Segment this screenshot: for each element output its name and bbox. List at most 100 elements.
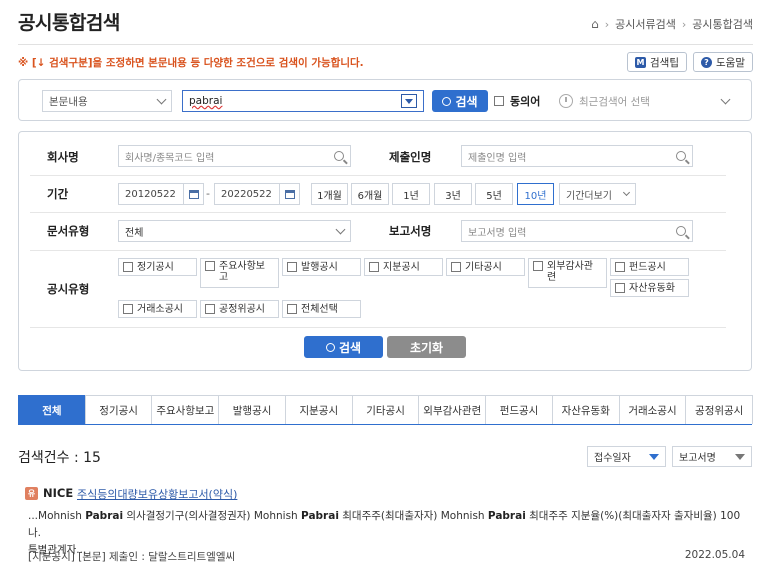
tab-major[interactable]: 주요사항보고 bbox=[151, 395, 220, 424]
doctype-select[interactable]: 전체 bbox=[118, 220, 351, 242]
checkbox[interactable] bbox=[533, 261, 543, 271]
breadcrumb-separator: › bbox=[604, 17, 610, 31]
book-icon: M bbox=[635, 56, 646, 68]
checkbox[interactable] bbox=[123, 304, 133, 314]
breadcrumb-item[interactable]: 공시통합검색 bbox=[692, 16, 753, 32]
snippet-highlight: Pabrai bbox=[301, 510, 339, 522]
checkbox[interactable] bbox=[123, 262, 133, 272]
chevron-down-icon bbox=[335, 224, 346, 234]
period-more-select[interactable]: 기간더보기 bbox=[559, 183, 636, 205]
tab-abs[interactable]: 자산유동화 bbox=[551, 395, 620, 424]
submitter-label: 제출인명 bbox=[389, 150, 432, 164]
tab-equity[interactable]: 지분공시 bbox=[284, 395, 353, 424]
tab-issuance[interactable]: 발행공시 bbox=[218, 395, 286, 424]
snippet-text: 최대주주(최대출자자) Mohnish bbox=[338, 510, 488, 522]
report-input[interactable]: 보고서명 입력 bbox=[461, 220, 693, 242]
tab-all[interactable]: 전체 bbox=[18, 395, 86, 424]
doctype-value: 전체 bbox=[125, 227, 144, 239]
search-icon[interactable] bbox=[334, 151, 344, 161]
type-checkbox-major[interactable]: 주요사항보고 bbox=[200, 258, 279, 288]
chevron-down-icon bbox=[156, 94, 167, 104]
type-label: 발행공시 bbox=[301, 261, 338, 273]
filter-search-button[interactable]: 검색 bbox=[304, 336, 383, 358]
type-checkbox-select-all[interactable]: 전체선택 bbox=[282, 300, 361, 318]
search-tip-label: 검색팁 bbox=[650, 56, 679, 69]
type-checkbox-exchange[interactable]: 거래소공시 bbox=[118, 300, 197, 318]
search-tip-button[interactable]: M 검색팁 bbox=[627, 52, 687, 72]
checkbox[interactable] bbox=[369, 262, 379, 272]
date-to-input[interactable]: 20220522 bbox=[214, 183, 300, 205]
period-10y-button[interactable]: 10년 bbox=[517, 183, 554, 205]
calendar-icon[interactable] bbox=[279, 184, 299, 204]
type-label: 외부감사관련 bbox=[547, 261, 593, 283]
market-badge: 유 bbox=[25, 487, 38, 500]
type-checkbox-issuance[interactable]: 발행공시 bbox=[282, 258, 361, 276]
calendar-icon[interactable] bbox=[183, 184, 203, 204]
help-button[interactable]: ? 도움말 bbox=[693, 52, 753, 72]
checkbox[interactable] bbox=[451, 262, 461, 272]
recent-search-select[interactable]: 최근검색어 선택 bbox=[559, 90, 731, 112]
type-checkbox-abs[interactable]: 자산유동화 bbox=[610, 279, 689, 297]
checkbox[interactable] bbox=[287, 304, 297, 314]
type-checkbox-fund[interactable]: 펀드공시 bbox=[610, 258, 689, 276]
checkbox[interactable] bbox=[205, 304, 215, 314]
type-label: 펀드공시 bbox=[629, 261, 666, 273]
period-label: 기간 bbox=[47, 187, 69, 201]
date-from-value: 20120522 bbox=[125, 188, 176, 200]
recent-search-placeholder: 최근검색어 선택 bbox=[579, 95, 650, 108]
search-scope-select[interactable]: 본문내용 bbox=[42, 90, 172, 112]
caret-down-icon bbox=[649, 453, 659, 460]
type-checkbox-other[interactable]: 기타공시 bbox=[446, 258, 525, 276]
submitter-input[interactable]: 제출인명 입력 bbox=[461, 145, 693, 167]
result-company[interactable]: NICE bbox=[43, 486, 73, 500]
date-from-input[interactable]: 20120522 bbox=[118, 183, 204, 205]
dropdown-icon[interactable] bbox=[401, 94, 417, 108]
type-checkbox-ftc[interactable]: 공정위공시 bbox=[200, 300, 279, 318]
tab-fund[interactable]: 펀드공시 bbox=[485, 395, 553, 424]
result-date: 2022.05.04 bbox=[684, 549, 745, 561]
type-label: 지분공시 bbox=[383, 261, 420, 273]
tab-other[interactable]: 기타공시 bbox=[351, 395, 420, 424]
row-divider bbox=[30, 175, 726, 176]
search-icon bbox=[325, 342, 335, 352]
period-1m-button[interactable]: 1개월 bbox=[311, 183, 348, 205]
period-3y-button[interactable]: 3년 bbox=[434, 183, 472, 205]
sort-field-select[interactable]: 보고서명 bbox=[672, 446, 752, 467]
period-5y-button[interactable]: 5년 bbox=[475, 183, 513, 205]
checkbox[interactable] bbox=[287, 262, 297, 272]
company-placeholder: 회사명/종목코드 입력 bbox=[125, 152, 215, 164]
chevron-down-icon bbox=[720, 94, 731, 104]
synonym-checkbox[interactable] bbox=[494, 96, 504, 106]
checkbox[interactable] bbox=[615, 262, 625, 272]
search-notice: ※ [↓ 검색구분]을 조정하면 본문내용 등 다양한 조건으로 검색이 가능합… bbox=[18, 57, 364, 69]
sort-order-select[interactable]: 접수일자 bbox=[587, 446, 666, 467]
result-title-link[interactable]: 주식등의대량보유상황보고서(약식) bbox=[77, 486, 237, 502]
type-label: 전체선택 bbox=[301, 303, 338, 315]
type-checkbox-equity[interactable]: 지분공시 bbox=[364, 258, 443, 276]
type-label: 자산유동화 bbox=[629, 282, 675, 294]
period-1y-button[interactable]: 1년 bbox=[392, 183, 430, 205]
search-icon[interactable] bbox=[676, 151, 686, 161]
title-divider bbox=[18, 44, 753, 45]
breadcrumb-item[interactable]: 공시서류검색 bbox=[615, 16, 676, 32]
tab-audit[interactable]: 외부감사관련 bbox=[418, 395, 487, 424]
type-checkbox-audit[interactable]: 외부감사관련 bbox=[528, 258, 607, 288]
tab-regular[interactable]: 정기공시 bbox=[84, 395, 153, 424]
checkbox[interactable] bbox=[615, 283, 625, 293]
synonym-option[interactable]: 동의어 bbox=[494, 93, 540, 109]
search-button[interactable]: 검색 bbox=[432, 90, 488, 112]
page-title: 공시통합검색 bbox=[18, 12, 120, 34]
tab-exchange[interactable]: 거래소공시 bbox=[618, 395, 687, 424]
type-label: 정기공시 bbox=[137, 261, 174, 273]
reset-button[interactable]: 초기화 bbox=[387, 336, 466, 358]
type-checkbox-regular[interactable]: 정기공시 bbox=[118, 258, 197, 276]
doctype-label: 문서유형 bbox=[47, 224, 90, 238]
company-input[interactable]: 회사명/종목코드 입력 bbox=[118, 145, 351, 167]
search-input[interactable]: pabrai bbox=[182, 90, 424, 112]
row-divider bbox=[30, 327, 726, 328]
home-icon[interactable]: ⌂ bbox=[591, 17, 599, 31]
period-6m-button[interactable]: 6개월 bbox=[351, 183, 389, 205]
tab-ftc[interactable]: 공정위공시 bbox=[685, 395, 754, 424]
checkbox[interactable] bbox=[205, 261, 215, 271]
search-icon[interactable] bbox=[676, 226, 686, 236]
